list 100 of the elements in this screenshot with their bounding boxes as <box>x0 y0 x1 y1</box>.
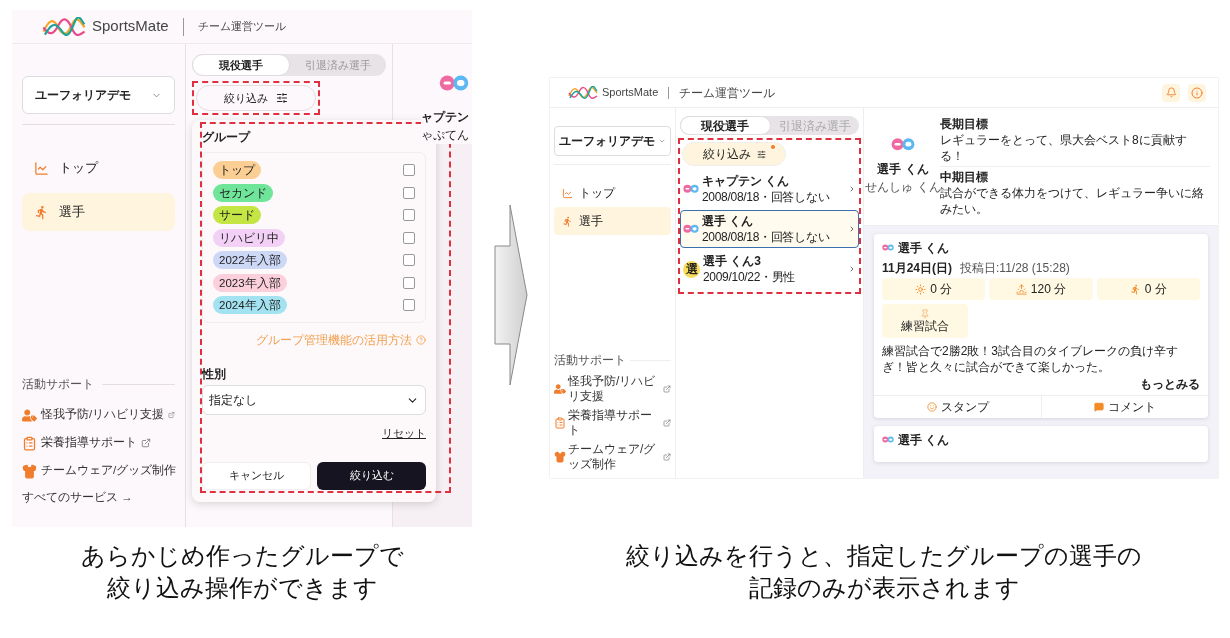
two-circle-logo-icon <box>683 184 699 194</box>
info-button[interactable] <box>1188 83 1206 102</box>
nav-item[interactable]: トップ <box>22 149 175 187</box>
team-select[interactable]: ユーフォリアデモ <box>22 76 175 114</box>
pin-icon <box>920 308 930 319</box>
sliders-icon <box>276 92 288 104</box>
person-tag-icon <box>554 383 566 395</box>
gender-select[interactable]: 指定なし <box>202 385 426 415</box>
brand-name: SportsMate <box>602 85 659 101</box>
section-heading: グループ <box>202 129 252 146</box>
service-link[interactable]: 栄養指導サポート <box>22 429 175 457</box>
smile-icon <box>926 402 937 412</box>
shirt-icon <box>22 463 37 479</box>
group-tag: 2024年入部 <box>213 296 287 314</box>
cancel-button[interactable]: キャンセル <box>202 461 311 490</box>
caption-line: 記録のみが表示されます <box>748 573 1020 603</box>
checkbox[interactable] <box>403 299 415 311</box>
player-name: ャプテン <box>421 108 469 126</box>
group-tag: サード <box>213 206 261 224</box>
two-circle-logo-icon <box>882 244 894 252</box>
message-icon <box>1094 402 1104 412</box>
help-icon <box>416 335 426 345</box>
line-chart-icon <box>562 187 573 199</box>
nav-item[interactable]: 選手 <box>554 207 671 235</box>
nav-item[interactable]: 選手 <box>22 193 175 231</box>
two-circle-logo-icon <box>891 137 915 152</box>
tab[interactable]: 現役選手 <box>192 54 290 76</box>
service-link[interactable]: 怪我予防/リハビリ支援 <box>554 372 671 406</box>
checkbox[interactable] <box>403 254 415 266</box>
reaction-button[interactable]: スタンプ <box>874 396 1041 418</box>
player-row[interactable]: キャプテン くん 2008/08/18・回答しない <box>680 170 859 208</box>
service-link[interactable]: チームウェア/グッズ制作 <box>554 440 671 474</box>
player-row[interactable]: 選手 くん 2008/08/18・回答しない <box>680 210 859 248</box>
person-tag-icon <box>22 407 37 423</box>
chevron-right-icon <box>848 225 856 233</box>
two-circle-logo-icon <box>882 436 894 444</box>
player-detail: 2009/10/22・男性 <box>703 269 797 285</box>
more-link[interactable]: もっとみる <box>1140 375 1200 393</box>
activity-label: 練習試合 <box>901 318 949 334</box>
player-detail: 2008/08/18・回答しない <box>702 229 831 245</box>
filter-button[interactable]: 絞り込み <box>196 85 316 111</box>
app-subtitle: チーム運営ツール <box>197 19 286 35</box>
line-chart-icon <box>34 160 49 176</box>
tab[interactable]: 現役選手 <box>680 116 771 135</box>
team-select[interactable]: ユーフォリアデモ <box>554 126 671 156</box>
reset-link[interactable]: リセット <box>382 425 426 442</box>
caption-line: 絞り込み操作ができます <box>106 573 378 603</box>
sunrise-icon <box>1015 283 1027 295</box>
player-reading: ゃぷてん <box>421 126 469 144</box>
post-author: 選手 くん <box>898 240 950 257</box>
checkbox[interactable] <box>403 186 415 199</box>
right-arrow-icon <box>494 204 528 386</box>
section-heading: 性別 <box>202 366 227 383</box>
group-tag: トップ <box>213 161 261 179</box>
player-name: キャプテン くん <box>702 173 791 189</box>
player-reading: せんしゅ くん <box>865 179 941 194</box>
checkbox[interactable] <box>403 164 415 176</box>
wave-logo-icon <box>42 16 86 37</box>
goal-label: 長期目標 <box>940 116 989 132</box>
goal-label: 中期目標 <box>940 169 989 185</box>
external-link-icon <box>141 438 151 448</box>
two-circle-logo-icon <box>439 74 469 92</box>
reaction-button[interactable]: コメント <box>1041 396 1208 418</box>
external-link-icon <box>168 410 175 420</box>
service-link[interactable]: チームウェア/グッズ制作 <box>22 457 175 485</box>
section-heading: 活動サポート <box>554 352 626 369</box>
notification-button[interactable] <box>1162 83 1180 102</box>
stat-chip: 0 分 <box>882 278 986 300</box>
post-date: 11月24日(日) <box>882 260 953 277</box>
sun-icon <box>915 283 927 295</box>
chevron-right-icon <box>848 265 856 273</box>
player-name: 選手 くん3 <box>703 253 762 269</box>
runner-icon <box>34 204 49 220</box>
clipboard-icon <box>554 417 566 429</box>
caption-line: 絞り込みを行うと、指定したグループの選手の <box>626 541 1142 571</box>
apply-button[interactable]: 絞り込む <box>317 461 426 490</box>
chevron-right-icon <box>848 185 856 193</box>
section-heading: 活動サポート <box>22 376 94 393</box>
filter-button[interactable]: 絞り込み <box>682 142 786 166</box>
info-icon <box>1191 86 1203 99</box>
external-link-icon <box>663 419 671 427</box>
bell-icon <box>1165 87 1177 98</box>
checkbox[interactable] <box>403 209 415 221</box>
sliders-icon <box>756 149 766 159</box>
service-link[interactable]: 栄養指導サポート <box>554 406 671 440</box>
post-author: 選手 くん <box>898 432 950 449</box>
stat-chip: 120 分 <box>989 278 1093 300</box>
service-link[interactable]: 怪我予防/リハビリ支援 <box>22 401 175 429</box>
checkbox[interactable] <box>403 276 415 289</box>
group-tag: リハビリ中 <box>213 228 285 247</box>
external-link-icon <box>663 385 671 393</box>
all-services-link[interactable]: すべてのサービス → <box>22 485 175 511</box>
stat-chip: 0 分 <box>1096 278 1200 300</box>
caption-line: あらかじめ作ったグループで <box>80 541 404 571</box>
group-tag: 2022年入部 <box>213 251 287 269</box>
clipboard-icon <box>22 435 37 451</box>
wave-logo-icon <box>568 85 598 100</box>
nav-item[interactable]: トップ <box>554 179 671 207</box>
external-link-icon <box>663 453 671 461</box>
checkbox[interactable] <box>403 231 415 244</box>
